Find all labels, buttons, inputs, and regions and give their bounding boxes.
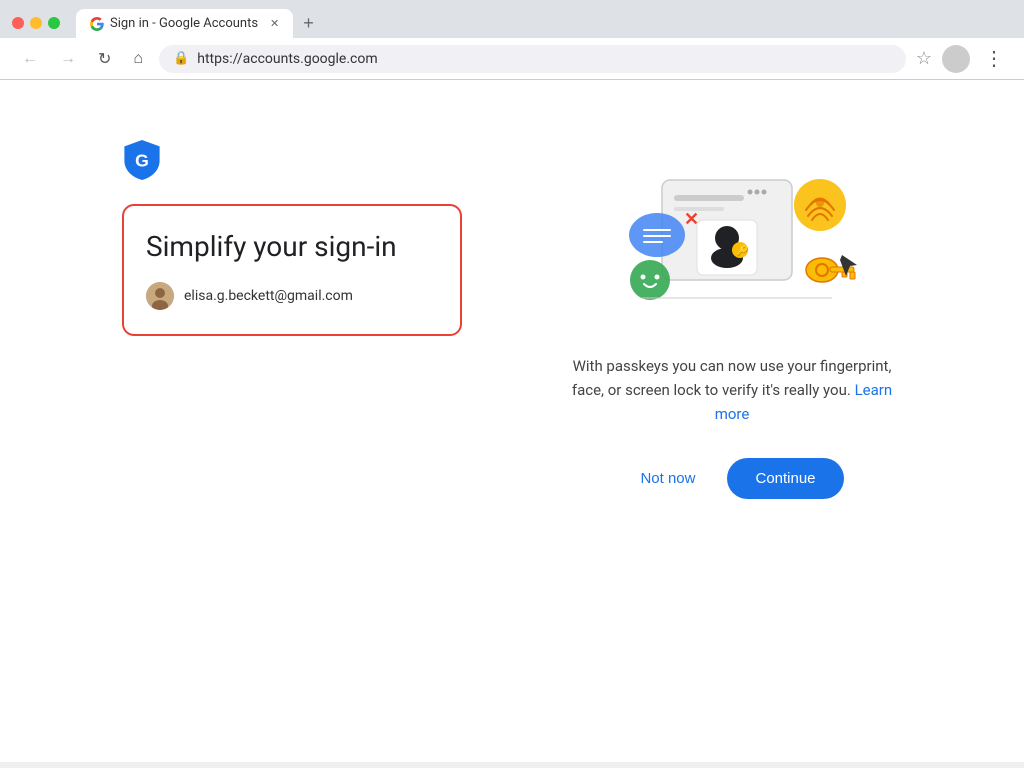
traffic-lights: [12, 17, 60, 29]
minimize-window-button[interactable]: [30, 17, 42, 29]
forward-button[interactable]: →: [54, 46, 82, 72]
active-tab[interactable]: Sign in - Google Accounts ✕: [76, 9, 293, 38]
back-button[interactable]: ←: [16, 46, 44, 72]
sign-in-card: Simplify your sign-in elisa.g.beckett@gm…: [122, 204, 462, 336]
svg-text:G: G: [135, 150, 149, 170]
passkey-illustration: 🔑: [582, 150, 882, 330]
maximize-window-button[interactable]: [48, 17, 60, 29]
account-email: elisa.g.beckett@gmail.com: [184, 288, 353, 304]
bookmark-button[interactable]: ☆: [916, 48, 932, 69]
google-shield-logo: G: [122, 140, 462, 184]
tab-bar: Sign in - Google Accounts ✕ +: [76, 8, 1012, 38]
url-text: https://accounts.google.com: [197, 51, 892, 67]
profile-button[interactable]: [942, 45, 970, 73]
description-text: With passkeys you can now use your finge…: [562, 354, 902, 426]
tab-close-button[interactable]: ✕: [270, 17, 279, 30]
page-inner: G Simplify your sign-in elisa.g.beckett@…: [62, 140, 962, 499]
left-panel: G Simplify your sign-in elisa.g.beckett@…: [122, 140, 462, 336]
right-panel: 🔑: [562, 140, 902, 499]
reload-button[interactable]: ↻: [92, 45, 117, 73]
not-now-button[interactable]: Not now: [620, 460, 715, 497]
svg-text:🔑: 🔑: [736, 244, 749, 257]
url-bar[interactable]: 🔒 https://accounts.google.com: [159, 45, 906, 73]
svg-text:✕: ✕: [684, 209, 699, 230]
sign-in-title: Simplify your sign-in: [146, 230, 438, 264]
address-bar: ← → ↻ ⌂ 🔒 https://accounts.google.com ☆ …: [0, 38, 1024, 80]
title-bar: Sign in - Google Accounts ✕ +: [0, 0, 1024, 38]
action-buttons: Not now Continue: [620, 458, 843, 499]
close-window-button[interactable]: [12, 17, 24, 29]
new-tab-button[interactable]: +: [293, 8, 324, 38]
lock-icon: 🔒: [173, 51, 189, 66]
menu-button[interactable]: ⋮: [980, 44, 1008, 73]
account-row: elisa.g.beckett@gmail.com: [146, 282, 438, 310]
tab-title: Sign in - Google Accounts: [110, 16, 258, 31]
page-content: G Simplify your sign-in elisa.g.beckett@…: [0, 80, 1024, 762]
continue-button[interactable]: Continue: [727, 458, 843, 499]
tab-favicon: [90, 17, 104, 31]
avatar: [146, 282, 174, 310]
home-button[interactable]: ⌂: [127, 46, 149, 72]
